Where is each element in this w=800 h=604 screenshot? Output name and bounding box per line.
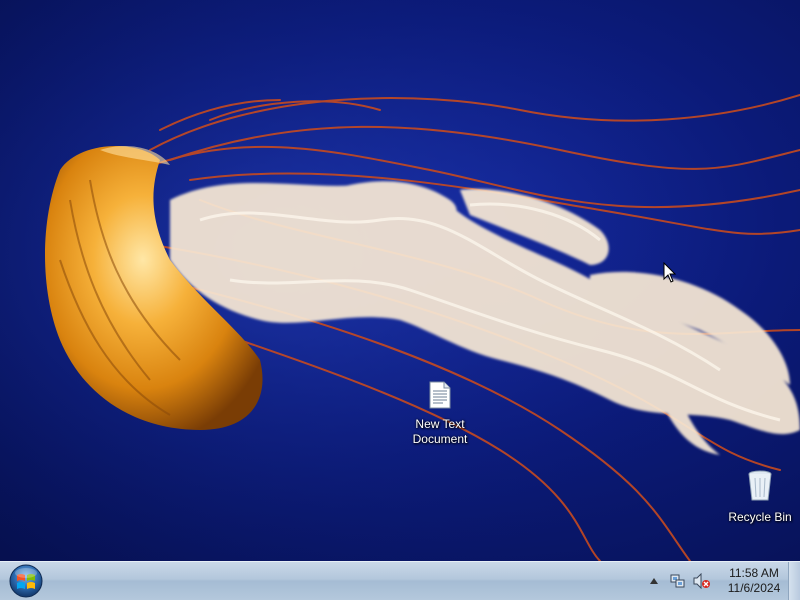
mouse-pointer-icon bbox=[663, 262, 677, 283]
clock-date: 11/6/2024 bbox=[727, 581, 781, 595]
recycle-bin-shortcut[interactable]: Recycle Bin bbox=[720, 470, 800, 525]
volume-muted-icon[interactable] bbox=[692, 571, 712, 591]
clock[interactable]: 11:58 AM 11/6/2024 bbox=[722, 566, 786, 596]
recycle-bin-icon bbox=[720, 470, 800, 507]
jellyfish-wallpaper bbox=[0, 0, 800, 561]
new-text-document-label: New Text Document bbox=[412, 417, 468, 446]
new-text-document-shortcut[interactable]: New Text Document bbox=[400, 381, 480, 447]
taskbar: 11:58 AM 11/6/2024 bbox=[0, 561, 800, 600]
start-button[interactable] bbox=[6, 563, 46, 599]
text-document-icon bbox=[400, 381, 480, 414]
clock-time: 11:58 AM bbox=[729, 566, 779, 580]
notification-area: 11:58 AM 11/6/2024 bbox=[640, 562, 786, 600]
recycle-bin-label: Recycle Bin bbox=[728, 510, 792, 524]
network-icon[interactable] bbox=[668, 571, 688, 591]
show-desktop-button[interactable] bbox=[788, 562, 800, 600]
show-hidden-icons-arrow-icon[interactable] bbox=[644, 571, 664, 591]
windows-logo-icon bbox=[9, 564, 43, 598]
desktop[interactable]: New Text Document Recycle Bin bbox=[0, 0, 800, 561]
